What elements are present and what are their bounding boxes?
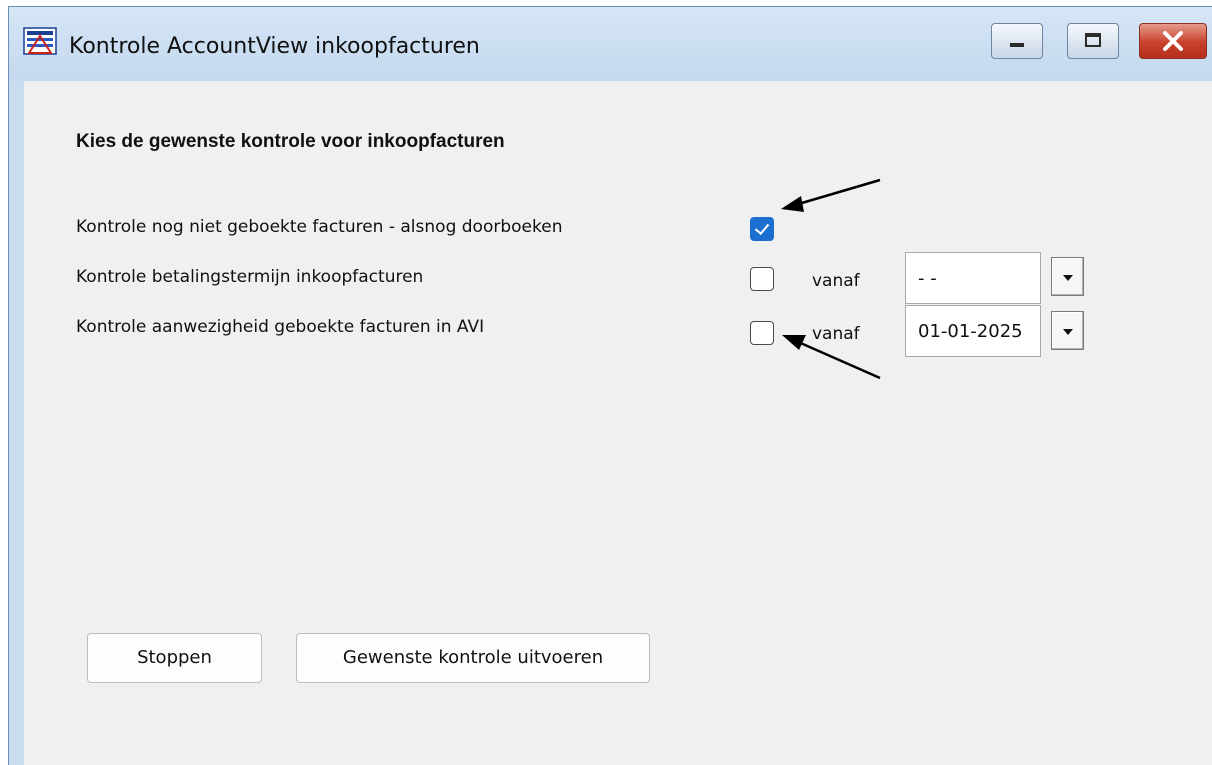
option-label-presence-avi: Kontrole aanwezigheid geboekte facturen … bbox=[76, 317, 485, 337]
from-label-presence-avi: vanaf bbox=[812, 324, 860, 344]
dialog-window: Kontrole AccountView inkoopfacturen Kies… bbox=[8, 6, 1212, 765]
maximize-icon bbox=[1085, 33, 1101, 47]
date-input-presence-avi[interactable]: 01-01-2025 bbox=[905, 305, 1041, 357]
minimize-button[interactable] bbox=[991, 23, 1043, 59]
maximize-button[interactable] bbox=[1067, 23, 1119, 59]
checkbox-presence-avi[interactable] bbox=[750, 321, 774, 345]
window-title: Kontrole AccountView inkoopfacturen bbox=[69, 34, 480, 59]
close-button[interactable] bbox=[1139, 23, 1207, 59]
option-label-unposted: Kontrole nog niet geboekte facturen - al… bbox=[76, 217, 563, 237]
close-icon bbox=[1163, 31, 1183, 51]
form-heading: Kies de gewenste kontrole voor inkoopfac… bbox=[76, 131, 505, 152]
run-check-button[interactable]: Gewenste kontrole uitvoeren bbox=[296, 633, 650, 683]
minimize-icon bbox=[1010, 43, 1024, 47]
option-label-payment-term: Kontrole betalingstermijn inkoopfacturen bbox=[76, 267, 424, 287]
from-label-payment-term: vanaf bbox=[812, 271, 860, 291]
date-input-payment-term[interactable]: - - bbox=[905, 252, 1041, 304]
checkbox-unposted[interactable] bbox=[750, 217, 774, 241]
stop-button[interactable]: Stoppen bbox=[87, 633, 262, 683]
app-icon bbox=[23, 27, 57, 55]
dialog-body: Kies de gewenste kontrole voor inkoopfac… bbox=[24, 81, 1212, 765]
checkbox-payment-term[interactable] bbox=[750, 267, 774, 291]
date-dropdown-presence-avi[interactable] bbox=[1051, 311, 1084, 350]
title-bar[interactable]: Kontrole AccountView inkoopfacturen bbox=[9, 7, 1212, 81]
date-dropdown-payment-term[interactable] bbox=[1051, 257, 1084, 296]
